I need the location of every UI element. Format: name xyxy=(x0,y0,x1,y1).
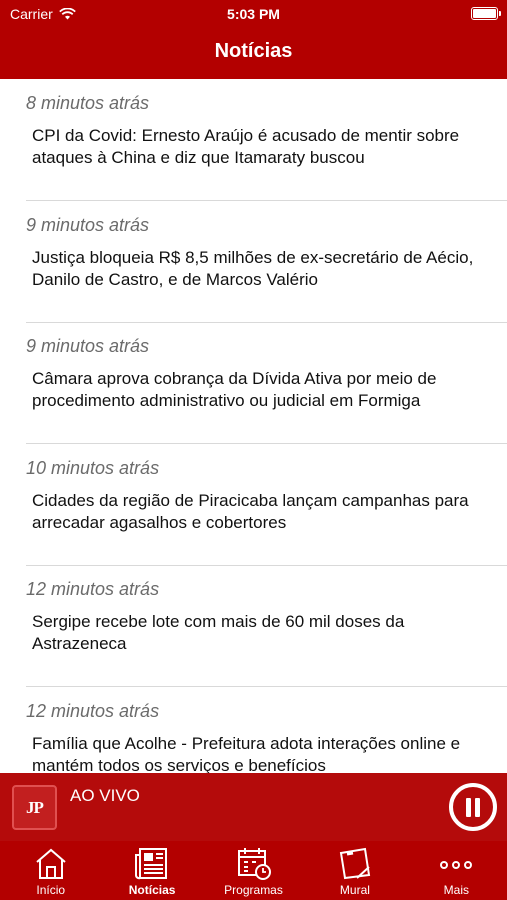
tab-mais[interactable]: Mais xyxy=(406,841,507,900)
list-item[interactable]: 8 minutos atrás CPI da Covid: Ernesto Ar… xyxy=(0,79,507,201)
mural-icon xyxy=(339,847,371,880)
news-title[interactable]: Sergipe recebe lote com mais de 60 mil d… xyxy=(32,611,482,655)
page-title: Notícias xyxy=(214,40,293,62)
schedule-icon xyxy=(237,848,271,880)
list-item[interactable]: 9 minutos atrás Justiça bloqueia R$ 8,5 … xyxy=(0,201,507,323)
home-icon xyxy=(36,848,66,879)
tab-label: Notícias xyxy=(128,883,176,897)
list-item[interactable]: 10 minutos atrás Cidades da região de Pi… xyxy=(0,444,507,566)
station-logo-text: JP xyxy=(26,797,44,817)
pause-button[interactable] xyxy=(449,783,497,831)
tab-noticias[interactable]: Notícias xyxy=(101,841,202,900)
live-label: AO VIVO xyxy=(70,786,140,805)
news-time: 9 minutos atrás xyxy=(26,336,150,356)
list-item[interactable]: 12 minutos atrás Sergipe recebe lote com… xyxy=(0,565,507,687)
tab-inicio[interactable]: Início xyxy=(0,841,101,900)
tab-label: Programas xyxy=(224,883,283,897)
news-list[interactable]: 8 minutos atrás CPI da Covid: Ernesto Ar… xyxy=(0,79,507,773)
news-time: 9 minutos atrás xyxy=(26,215,150,235)
app-header: Carrier 5:03 PM Notícias xyxy=(0,0,507,79)
live-player-bar[interactable]: JP AO VIVO xyxy=(0,773,507,841)
news-title[interactable]: Câmara aprova cobrança da Dívida Ativa p… xyxy=(32,368,482,412)
station-logo: JP xyxy=(12,785,57,830)
news-time: 12 minutos atrás xyxy=(26,701,160,721)
more-icon xyxy=(440,861,473,869)
newspaper-icon xyxy=(135,848,168,880)
news-title[interactable]: Família que Acolhe - Prefeitura adota in… xyxy=(32,733,482,773)
news-title[interactable]: Cidades da região de Piracicaba lançam c… xyxy=(32,490,482,534)
tab-label: Mural xyxy=(339,883,370,897)
news-title[interactable]: Justiça bloqueia R$ 8,5 milhões de ex-se… xyxy=(32,247,482,291)
news-time: 10 minutos atrás xyxy=(26,458,160,478)
battery-icon xyxy=(471,7,501,20)
tab-bar: Início Notícias Programas Mural Mais xyxy=(0,841,507,900)
tab-label: Início xyxy=(36,883,66,897)
news-time: 12 minutos atrás xyxy=(26,579,160,599)
tab-label: Mais xyxy=(443,883,469,897)
list-item[interactable]: 9 minutos atrás Câmara aprova cobrança d… xyxy=(0,322,507,444)
clock: 5:03 PM xyxy=(227,6,280,22)
news-title[interactable]: CPI da Covid: Ernesto Araújo é acusado d… xyxy=(32,125,482,169)
tab-mural[interactable]: Mural xyxy=(304,841,405,900)
status-bar: Carrier 5:03 PM xyxy=(0,0,507,28)
tab-programas[interactable]: Programas xyxy=(203,841,304,900)
news-time: 8 minutos atrás xyxy=(26,93,150,113)
list-item[interactable]: 12 minutos atrás Família que Acolhe - Pr… xyxy=(0,687,507,773)
